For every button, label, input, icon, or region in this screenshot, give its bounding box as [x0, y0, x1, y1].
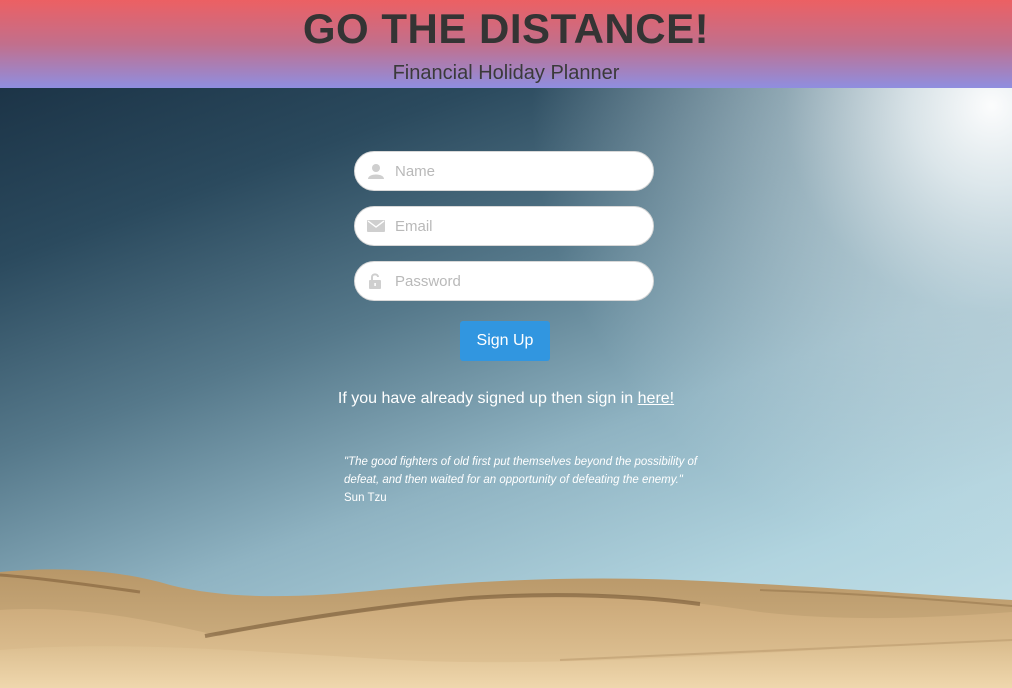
quote-text: "The good fighters of old first put them… — [344, 456, 698, 486]
name-field[interactable] — [354, 151, 654, 191]
unlock-icon — [367, 273, 385, 289]
envelope-icon — [367, 218, 385, 234]
quote-block: "The good fighters of old first put them… — [344, 453, 704, 507]
name-input[interactable] — [395, 152, 645, 190]
sign-up-button[interactable]: Sign Up — [460, 321, 550, 361]
email-field[interactable] — [354, 206, 654, 246]
password-field[interactable] — [354, 261, 654, 301]
header-banner: GO THE DISTANCE! Financial Holiday Plann… — [0, 0, 1012, 88]
page-subtitle: Financial Holiday Planner — [392, 62, 620, 84]
quote-author: Sun Tzu — [344, 492, 387, 504]
page-title: GO THE DISTANCE! — [302, 5, 710, 52]
email-input[interactable] — [395, 207, 645, 245]
signin-prompt: If you have already signed up then sign … — [0, 390, 1012, 408]
password-input[interactable] — [395, 262, 645, 300]
page: GO THE DISTANCE! Financial Holiday Plann… — [0, 0, 1012, 688]
signin-prompt-text: If you have already signed up then sign … — [337, 390, 638, 407]
signin-link[interactable]: here! — [638, 390, 674, 407]
signup-form — [354, 151, 654, 316]
user-icon — [367, 163, 385, 179]
